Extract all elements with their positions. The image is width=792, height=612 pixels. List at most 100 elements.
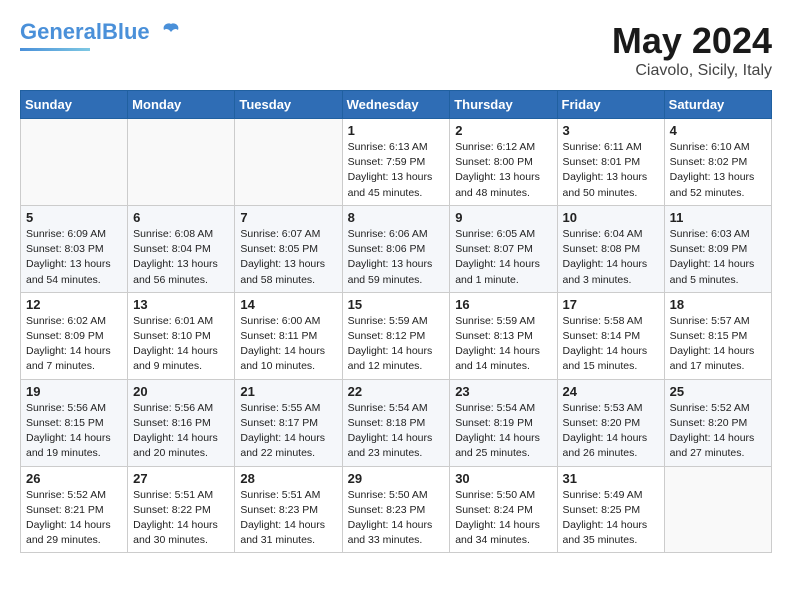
calendar-cell: 8 Sunrise: 6:06 AMSunset: 8:06 PMDaylight… [342, 205, 450, 292]
day-number: 1 [348, 123, 445, 138]
logo-text: GeneralBlue [20, 20, 182, 46]
day-number: 21 [240, 384, 336, 399]
calendar-week-3: 12Sunrise: 6:02 AMSunset: 8:09 PMDayligh… [21, 292, 772, 379]
cell-content: Sunrise: 6:12 AMSunset: 8:00 PMDaylight:… [455, 140, 551, 201]
day-number: 7 [240, 210, 336, 225]
day-number: 3 [563, 123, 659, 138]
calendar-cell: 29 Sunrise: 5:50 AMSunset: 8:23 PMDayligh… [342, 466, 450, 553]
day-number: 24 [563, 384, 659, 399]
cell-content: Sunrise: 5:51 AMSunset: 8:23 PMDaylight:… [240, 488, 336, 549]
calendar-cell: 12Sunrise: 6:02 AMSunset: 8:09 PMDayligh… [21, 292, 128, 379]
calendar-cell: 6 Sunrise: 6:08 AMSunset: 8:04 PMDaylight… [128, 205, 235, 292]
day-number: 8 [348, 210, 445, 225]
logo-general: General [20, 19, 102, 44]
day-number: 6 [133, 210, 229, 225]
calendar-cell: 26Sunrise: 5:52 AMSunset: 8:21 PMDayligh… [21, 466, 128, 553]
calendar-header-friday: Friday [557, 91, 664, 119]
calendar-cell: 27Sunrise: 5:51 AMSunset: 8:22 PMDayligh… [128, 466, 235, 553]
calendar-cell: 16 Sunrise: 5:59 AMSunset: 8:13 PMDayligh… [450, 292, 557, 379]
calendar-cell: 21 Sunrise: 5:55 AMSunset: 8:17 PMDayligh… [235, 379, 342, 466]
day-number: 4 [670, 123, 766, 138]
calendar-cell [235, 119, 342, 206]
day-number: 19 [26, 384, 122, 399]
cell-content: Sunrise: 6:05 AMSunset: 8:07 PMDaylight:… [455, 227, 551, 288]
logo-bird-icon [160, 20, 182, 46]
cell-content: Sunrise: 6:01 AMSunset: 8:10 PMDaylight:… [133, 314, 229, 375]
calendar-cell: 14 Sunrise: 6:00 AMSunset: 8:11 PMDayligh… [235, 292, 342, 379]
day-number: 10 [563, 210, 659, 225]
logo-blue: Blue [102, 19, 150, 44]
calendar-cell: 13 Sunrise: 6:01 AMSunset: 8:10 PMDayligh… [128, 292, 235, 379]
cell-content: Sunrise: 5:58 AMSunset: 8:14 PMDaylight:… [563, 314, 659, 375]
location-title: Ciavolo, Sicily, Italy [612, 62, 772, 80]
calendar-cell: 19 Sunrise: 5:56 AMSunset: 8:15 PMDayligh… [21, 379, 128, 466]
calendar-cell: 30Sunrise: 5:50 AMSunset: 8:24 PMDayligh… [450, 466, 557, 553]
cell-content: Sunrise: 5:59 AMSunset: 8:13 PMDaylight:… [455, 314, 551, 375]
calendar-header-saturday: Saturday [664, 91, 771, 119]
calendar-cell: 24 Sunrise: 5:53 AMSunset: 8:20 PMDayligh… [557, 379, 664, 466]
day-number: 26 [26, 471, 122, 486]
calendar-week-1: 1 Sunrise: 6:13 AMSunset: 7:59 PMDaylight… [21, 119, 772, 206]
calendar-cell: 5 Sunrise: 6:09 AMSunset: 8:03 PMDaylight… [21, 205, 128, 292]
cell-content: Sunrise: 6:00 AMSunset: 8:11 PMDaylight:… [240, 314, 336, 375]
month-title: May 2024 [612, 20, 772, 62]
day-number: 20 [133, 384, 229, 399]
calendar-cell: 1 Sunrise: 6:13 AMSunset: 7:59 PMDaylight… [342, 119, 450, 206]
title-area: May 2024 Ciavolo, Sicily, Italy [612, 20, 772, 80]
cell-content: Sunrise: 6:04 AMSunset: 8:08 PMDaylight:… [563, 227, 659, 288]
calendar-cell: 3 Sunrise: 6:11 AMSunset: 8:01 PMDaylight… [557, 119, 664, 206]
day-number: 14 [240, 297, 336, 312]
cell-content: Sunrise: 6:13 AMSunset: 7:59 PMDaylight:… [348, 140, 445, 201]
calendar-table: SundayMondayTuesdayWednesdayThursdayFrid… [20, 90, 772, 553]
cell-content: Sunrise: 6:03 AMSunset: 8:09 PMDaylight:… [670, 227, 766, 288]
cell-content: Sunrise: 6:02 AMSunset: 8:09 PMDaylight:… [26, 314, 122, 375]
cell-content: Sunrise: 5:56 AMSunset: 8:15 PMDaylight:… [26, 401, 122, 462]
logo: GeneralBlue [20, 20, 182, 51]
calendar-cell [21, 119, 128, 206]
cell-content: Sunrise: 6:09 AMSunset: 8:03 PMDaylight:… [26, 227, 122, 288]
calendar-cell: 18 Sunrise: 5:57 AMSunset: 8:15 PMDayligh… [664, 292, 771, 379]
cell-content: Sunrise: 5:57 AMSunset: 8:15 PMDaylight:… [670, 314, 766, 375]
day-number: 18 [670, 297, 766, 312]
day-number: 5 [26, 210, 122, 225]
cell-content: Sunrise: 5:49 AMSunset: 8:25 PMDaylight:… [563, 488, 659, 549]
cell-content: Sunrise: 5:54 AMSunset: 8:19 PMDaylight:… [455, 401, 551, 462]
calendar-cell: 17 Sunrise: 5:58 AMSunset: 8:14 PMDayligh… [557, 292, 664, 379]
day-number: 28 [240, 471, 336, 486]
day-number: 9 [455, 210, 551, 225]
calendar-header-monday: Monday [128, 91, 235, 119]
cell-content: Sunrise: 6:07 AMSunset: 8:05 PMDaylight:… [240, 227, 336, 288]
cell-content: Sunrise: 6:06 AMSunset: 8:06 PMDaylight:… [348, 227, 445, 288]
day-number: 30 [455, 471, 551, 486]
calendar-cell: 25Sunrise: 5:52 AMSunset: 8:20 PMDayligh… [664, 379, 771, 466]
cell-content: Sunrise: 5:53 AMSunset: 8:20 PMDaylight:… [563, 401, 659, 462]
calendar-header-wednesday: Wednesday [342, 91, 450, 119]
calendar-cell: 10 Sunrise: 6:04 AMSunset: 8:08 PMDayligh… [557, 205, 664, 292]
day-number: 16 [455, 297, 551, 312]
cell-content: Sunrise: 5:54 AMSunset: 8:18 PMDaylight:… [348, 401, 445, 462]
calendar-cell: 2 Sunrise: 6:12 AMSunset: 8:00 PMDaylight… [450, 119, 557, 206]
day-number: 31 [563, 471, 659, 486]
day-number: 29 [348, 471, 445, 486]
calendar-cell: 28 Sunrise: 5:51 AMSunset: 8:23 PMDayligh… [235, 466, 342, 553]
cell-content: Sunrise: 5:50 AMSunset: 8:23 PMDaylight:… [348, 488, 445, 549]
cell-content: Sunrise: 5:55 AMSunset: 8:17 PMDaylight:… [240, 401, 336, 462]
day-number: 13 [133, 297, 229, 312]
cell-content: Sunrise: 6:11 AMSunset: 8:01 PMDaylight:… [563, 140, 659, 201]
cell-content: Sunrise: 6:08 AMSunset: 8:04 PMDaylight:… [133, 227, 229, 288]
day-number: 17 [563, 297, 659, 312]
calendar-cell: 22Sunrise: 5:54 AMSunset: 8:18 PMDayligh… [342, 379, 450, 466]
calendar-header-sunday: Sunday [21, 91, 128, 119]
calendar-week-2: 5 Sunrise: 6:09 AMSunset: 8:03 PMDaylight… [21, 205, 772, 292]
calendar-cell: 23 Sunrise: 5:54 AMSunset: 8:19 PMDayligh… [450, 379, 557, 466]
calendar-cell: 11 Sunrise: 6:03 AMSunset: 8:09 PMDayligh… [664, 205, 771, 292]
calendar-cell: 9 Sunrise: 6:05 AMSunset: 8:07 PMDaylight… [450, 205, 557, 292]
cell-content: Sunrise: 5:56 AMSunset: 8:16 PMDaylight:… [133, 401, 229, 462]
calendar-cell: 20 Sunrise: 5:56 AMSunset: 8:16 PMDayligh… [128, 379, 235, 466]
day-number: 11 [670, 210, 766, 225]
day-number: 23 [455, 384, 551, 399]
logo-underline [20, 48, 90, 51]
cell-content: Sunrise: 5:59 AMSunset: 8:12 PMDaylight:… [348, 314, 445, 375]
day-number: 2 [455, 123, 551, 138]
page-header: GeneralBlue May 2024 Ciavolo, Sicily, It… [20, 20, 772, 80]
